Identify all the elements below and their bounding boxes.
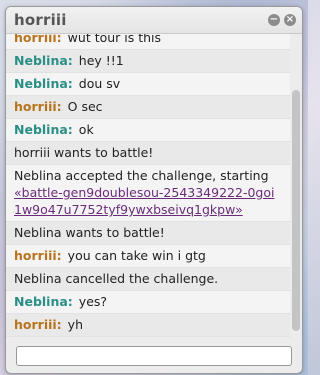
scrollbar-thumb[interactable] — [292, 90, 300, 331]
battle-room-link[interactable]: «battle-gen9doublesou-2543349222-0goi1w9… — [14, 185, 274, 217]
message-username[interactable]: horriii: — [14, 34, 62, 45]
message-username[interactable]: horriii: — [14, 99, 62, 114]
window-title: horriii — [14, 11, 67, 29]
message-username[interactable]: Neblina: — [14, 76, 73, 91]
window-controls: − × — [268, 14, 296, 26]
chat-message: horriii: you can take win i gtg — [6, 245, 290, 268]
chat-message: horriii: yh — [6, 314, 290, 337]
chat-message: Neblina: yes? — [6, 291, 290, 314]
message-username[interactable]: horriii: — [14, 248, 62, 263]
message-text: Neblina accepted the challenge, starting — [14, 168, 269, 183]
message-text: horriii wants to battle! — [14, 145, 154, 160]
message-username[interactable]: Neblina: — [14, 294, 73, 309]
message-text: ok — [78, 122, 94, 137]
message-text: Neblina wants to battle! — [14, 225, 165, 240]
chat-log[interactable]: horriii: wut tour is this Neblina: hey !!1 N… — [6, 34, 290, 337]
chat-message: horriii: wut tour is this — [6, 34, 290, 50]
message-text: O sec — [67, 99, 103, 114]
message-username[interactable]: horriii: — [14, 317, 62, 332]
message-text: dou sv — [78, 76, 121, 91]
chat-message: Neblina: hey !!1 — [6, 50, 290, 73]
chat-scrollbar[interactable] — [292, 34, 300, 337]
message-input[interactable] — [16, 346, 292, 366]
system-message: Neblina cancelled the challenge. — [6, 268, 290, 291]
message-text: hey !!1 — [78, 53, 124, 68]
message-text: yh — [67, 317, 83, 332]
message-username[interactable]: Neblina: — [14, 122, 73, 137]
minimize-icon[interactable]: − — [268, 14, 280, 26]
system-message: Neblina wants to battle! — [6, 222, 290, 245]
message-input-wrap — [16, 345, 292, 366]
close-icon[interactable]: × — [284, 14, 296, 26]
message-text: yes? — [78, 294, 108, 309]
chat-message: horriii: O sec — [6, 96, 290, 119]
message-username[interactable]: Neblina: — [14, 53, 73, 68]
message-text: wut tour is this — [67, 34, 162, 45]
system-message: horriii wants to battle! — [6, 142, 290, 165]
pm-window: horriii − × horriii: wut tour is this Nebl… — [5, 6, 303, 374]
message-text: you can take win i gtg — [67, 248, 206, 263]
chat-message: Neblina: dou sv — [6, 73, 290, 96]
chat-message: Neblina: ok — [6, 119, 290, 142]
system-message: Neblina accepted the challenge, starting… — [6, 165, 290, 222]
window-titlebar[interactable]: horriii − × — [6, 7, 302, 34]
message-text: Neblina cancelled the challenge. — [14, 271, 219, 286]
